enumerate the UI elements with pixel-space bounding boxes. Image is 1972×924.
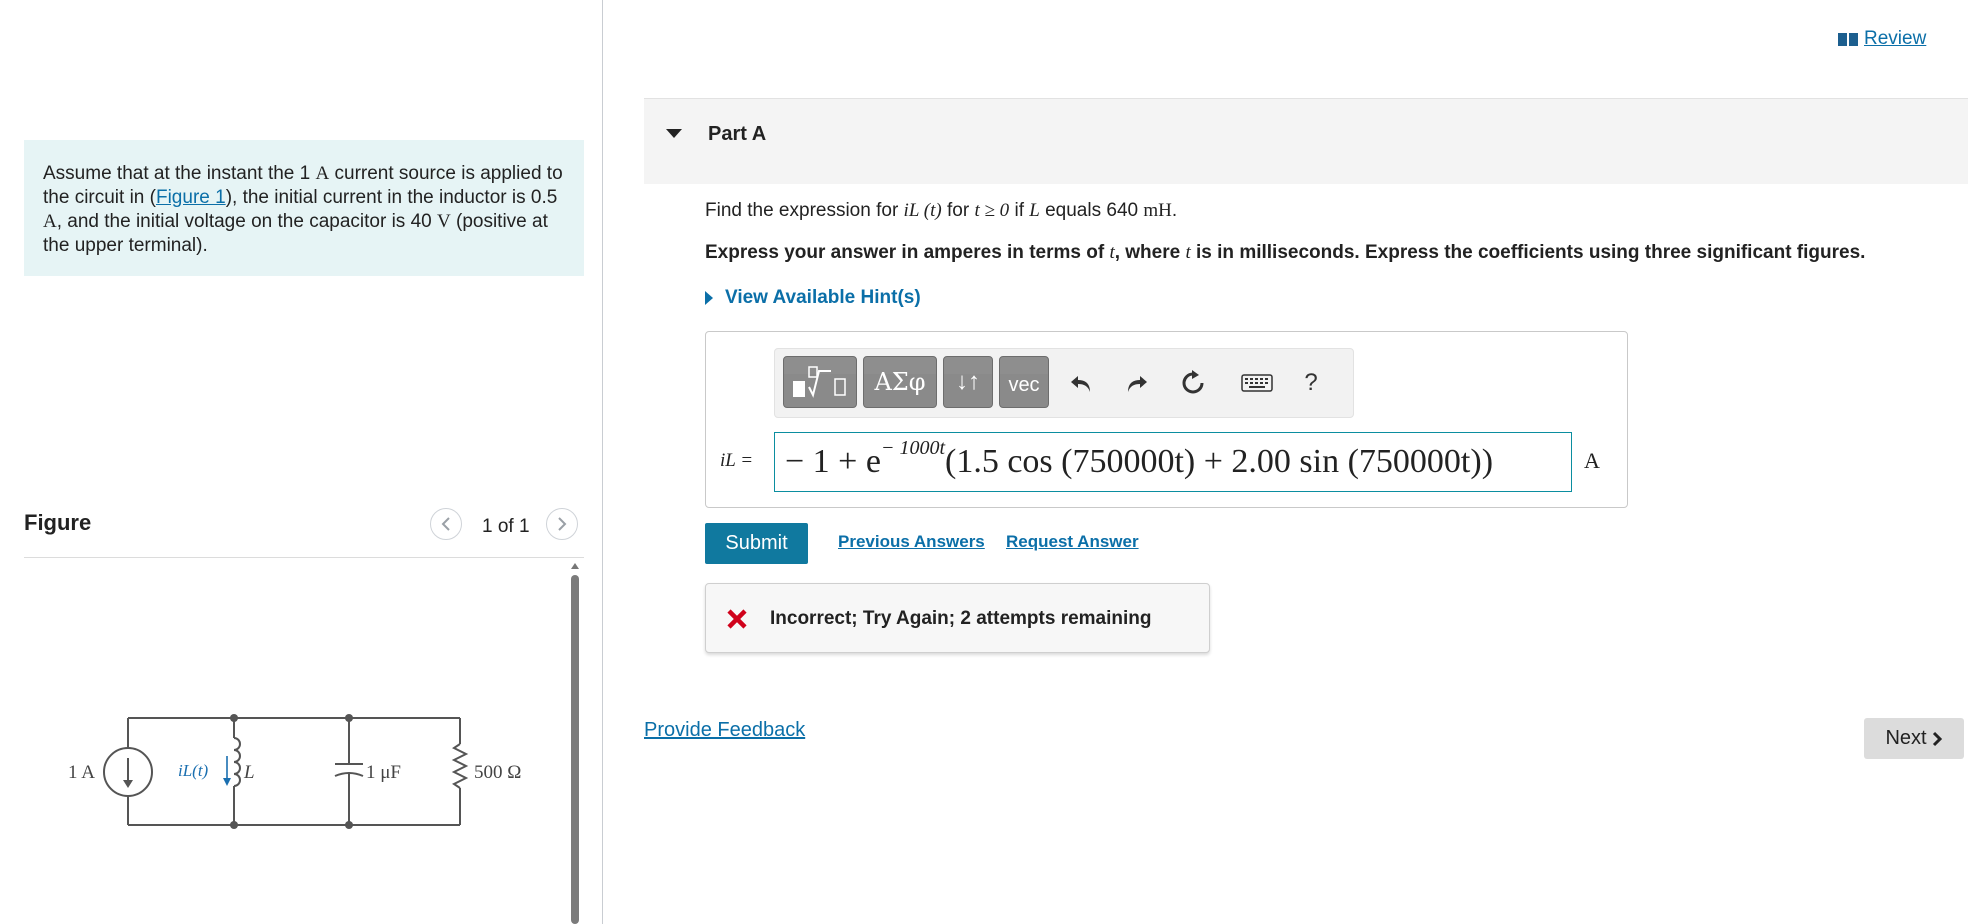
problem-unit-a2: A (43, 211, 57, 232)
expr-part-1: − 1 + e (785, 443, 881, 480)
question-if: if (1009, 200, 1030, 221)
instructions-3: is in milliseconds. Express the coeffici… (1190, 242, 1866, 263)
scroll-up-arrow-icon[interactable] (571, 563, 579, 569)
collapse-caret-icon[interactable] (666, 129, 682, 138)
figure-next-button[interactable] (546, 508, 578, 540)
previous-answers-link[interactable]: Previous Answers (838, 532, 985, 552)
templates-button[interactable] (783, 356, 857, 408)
next-label: Next (1885, 727, 1927, 749)
redo-icon[interactable] (1123, 369, 1151, 397)
figure-header: Figure 1 of 1 (24, 500, 584, 558)
question-text: Find the expression for iL (t) for t ≥ 0… (705, 200, 1177, 222)
review-link[interactable]: Review (1838, 28, 1926, 50)
figure-counter: 1 of 1 (482, 516, 530, 537)
next-button[interactable]: Next (1864, 718, 1964, 759)
math-toolbar: ΑΣφ ↓↑ vec ? (774, 348, 1354, 418)
answer-box: ΑΣφ ↓↑ vec ? iL = − 1 + e − 1000t (1.5 co (705, 331, 1628, 508)
figure-prev-button[interactable] (430, 508, 462, 540)
submit-button[interactable]: Submit (705, 523, 808, 564)
chevron-right-icon (1932, 731, 1942, 746)
chevron-right-icon (558, 517, 567, 531)
request-answer-link[interactable]: Request Answer (1006, 532, 1139, 552)
hints-label: View Available Hint(s) (725, 287, 921, 308)
question-prefix: Find the expression for (705, 200, 904, 221)
keyboard-icon[interactable] (1240, 369, 1274, 397)
left-pane: Assume that at the instant the 1 A curre… (0, 0, 603, 924)
incorrect-x-icon (727, 609, 747, 629)
question-L: L (1029, 200, 1040, 221)
problem-text-4: , and the initial voltage on the capacit… (56, 211, 437, 232)
book-icon (1838, 32, 1858, 46)
answer-unit: A (1584, 448, 1600, 473)
answer-input[interactable]: − 1 + e − 1000t (1.5 cos (750000t) + 2.00 … (774, 432, 1572, 492)
feedback-text: Incorrect; Try Again; 2 attempts remaini… (770, 608, 1152, 629)
figure-title: Figure (24, 510, 92, 535)
subscript-superscript-button[interactable]: ↓↑ (943, 356, 993, 408)
expr-exponent: − 1000t (880, 436, 946, 459)
review-label: Review (1864, 28, 1927, 49)
chevron-left-icon (441, 517, 450, 531)
undo-icon[interactable] (1067, 369, 1095, 397)
reset-icon[interactable] (1179, 369, 1207, 397)
circuit-label-resistor: 500 Ω (474, 762, 521, 783)
circuit-label-source: 1 A (68, 762, 95, 783)
problem-unit-v: V (436, 211, 451, 232)
instructions-2: , where (1114, 242, 1186, 263)
templates-icon (793, 366, 846, 398)
help-button[interactable]: ? (1297, 369, 1325, 397)
circuit-label-capacitor: 1 μF (366, 762, 401, 783)
question-end: . (1171, 200, 1178, 221)
part-title: Part A (708, 123, 767, 145)
question-variable: iL (t) (903, 200, 942, 221)
provide-feedback-link[interactable]: Provide Feedback (644, 719, 805, 742)
part-a-header[interactable]: Part A (644, 98, 1968, 184)
question-unit: mH (1143, 200, 1172, 221)
answer-variable-label: iL = (720, 450, 754, 471)
question-equals: equals 640 (1039, 200, 1144, 221)
circuit-label-current: iL(t) (178, 761, 209, 780)
expr-part-2: (1.5 cos (750000t) + 2.00 sin (750000t)) (945, 443, 1494, 480)
question-mid: for (941, 200, 975, 221)
figure-scrollbar[interactable] (571, 575, 579, 924)
instructions-1: Express your answer in amperes in terms … (705, 242, 1110, 263)
symbols-button[interactable]: ΑΣφ (863, 356, 937, 408)
question-condition: t ≥ 0 (974, 200, 1010, 221)
figure-link[interactable]: Figure 1 (156, 187, 226, 208)
circuit-label-inductor: L (243, 762, 255, 783)
view-hints-link[interactable]: View Available Hint(s) (705, 287, 921, 309)
problem-statement: Assume that at the instant the 1 A curre… (24, 140, 584, 276)
circuit-diagram: 1 A iL(t) L 1 μF 500 Ω (68, 714, 521, 829)
problem-text-1: Assume that at the instant the 1 (43, 163, 316, 184)
problem-text-3: ), the initial current in the inductor i… (225, 187, 558, 208)
caret-right-icon (705, 291, 713, 305)
answer-instructions: Express your answer in amperes in terms … (705, 242, 1865, 264)
vector-button[interactable]: vec (999, 356, 1049, 408)
problem-unit-a: A (315, 163, 330, 184)
feedback-message-box: Incorrect; Try Again; 2 attempts remaini… (705, 583, 1210, 653)
